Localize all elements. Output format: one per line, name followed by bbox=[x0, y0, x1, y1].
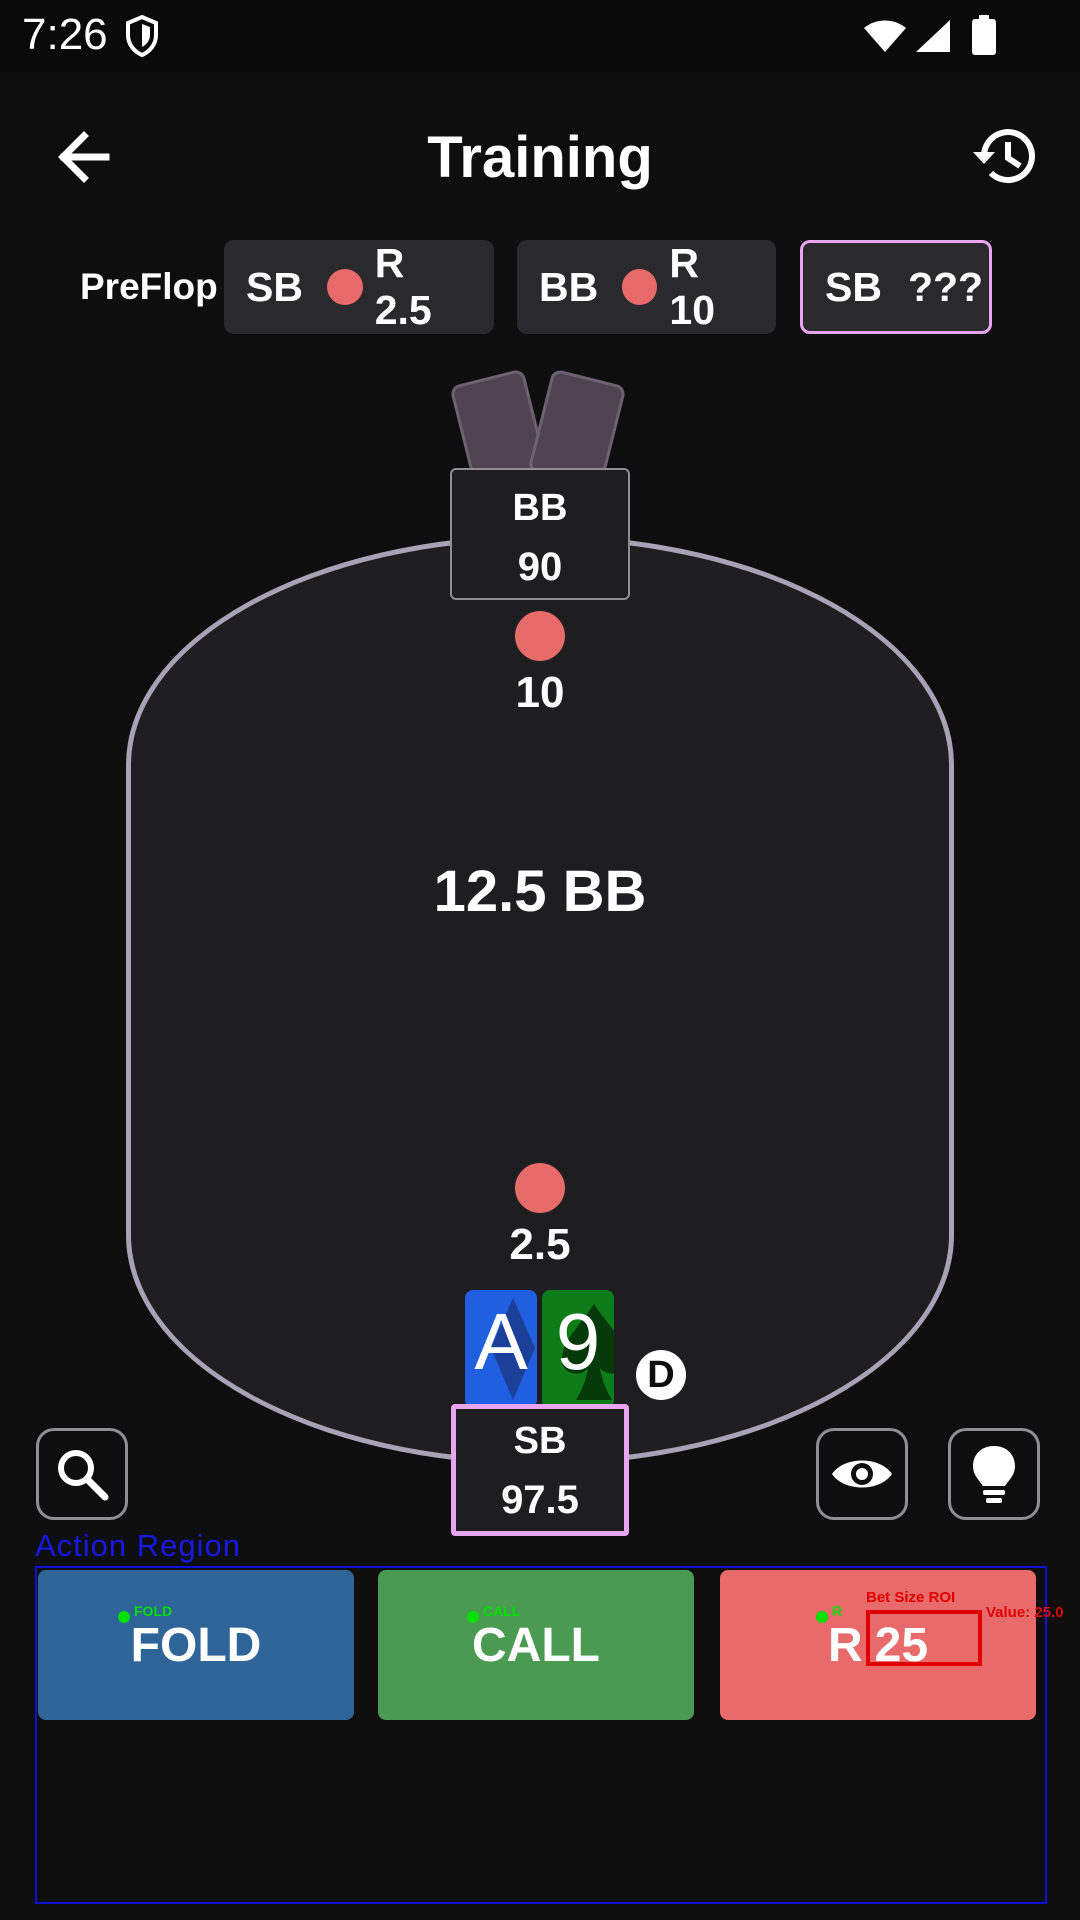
dealer-button: D bbox=[636, 1350, 686, 1400]
seat-position: SB bbox=[513, 1420, 567, 1462]
shield-icon bbox=[126, 14, 158, 58]
history-action: R 10 bbox=[669, 240, 715, 333]
history-item: SB R 2.5 bbox=[224, 240, 494, 334]
card-rank: 9 bbox=[555, 1297, 601, 1386]
action-region-label: Action Region bbox=[35, 1528, 242, 1563]
history-item-current: SB ??? bbox=[800, 240, 992, 334]
search-icon bbox=[58, 1450, 109, 1501]
value-label: Value: 25.0 bbox=[986, 1604, 1064, 1621]
page-title: Training bbox=[427, 125, 653, 190]
bet-size-roi-box bbox=[866, 1610, 982, 1666]
hero-card: 9 bbox=[542, 1290, 614, 1408]
battery-icon bbox=[972, 15, 996, 55]
history-position: SB bbox=[246, 263, 303, 310]
debug-tag: CALL bbox=[483, 1603, 521, 1619]
street-label: PreFlop bbox=[80, 266, 218, 307]
debug-marker bbox=[118, 1611, 130, 1623]
chip-icon bbox=[326, 269, 363, 305]
debug-marker bbox=[816, 1611, 828, 1623]
seat-stack: 97.5 bbox=[501, 1478, 579, 1522]
hero-bet: 2.5 bbox=[509, 1220, 571, 1269]
wifi-icon bbox=[864, 20, 906, 52]
history-icon[interactable] bbox=[970, 120, 1042, 192]
chip-icon bbox=[515, 1163, 565, 1213]
debug-marker bbox=[467, 1611, 479, 1623]
opponent-seat: BB 90 bbox=[450, 468, 630, 600]
chip-icon bbox=[622, 269, 658, 305]
raise-prefix: R bbox=[827, 1618, 863, 1672]
hero-card: A bbox=[465, 1290, 537, 1408]
eye-icon bbox=[832, 1460, 892, 1488]
history-position: SB bbox=[825, 263, 882, 310]
card-rank: A bbox=[474, 1297, 528, 1386]
history-action: R 2.5 bbox=[374, 240, 432, 333]
history-action: ??? bbox=[907, 263, 984, 310]
debug-tag: FOLD bbox=[134, 1603, 173, 1619]
pot-size: 12.5 BB bbox=[433, 859, 647, 924]
opponent-bet: 10 bbox=[515, 668, 565, 717]
search-button[interactable] bbox=[36, 1428, 128, 1520]
roi-label: Bet Size ROI bbox=[866, 1589, 956, 1606]
debug-tag: R bbox=[832, 1603, 843, 1619]
history-position: BB bbox=[539, 263, 599, 310]
hero-seat: SB 97.5 bbox=[451, 1404, 629, 1536]
fold-button[interactable]: FOLD bbox=[38, 1570, 354, 1720]
history-item: BB R 10 bbox=[517, 240, 776, 334]
seat-position: BB bbox=[512, 487, 568, 529]
show-range-button[interactable] bbox=[816, 1428, 908, 1520]
chip-icon bbox=[515, 611, 565, 661]
signal-icon bbox=[916, 20, 950, 52]
status-clock: 7:26 bbox=[22, 10, 108, 59]
lightbulb-icon bbox=[973, 1446, 1015, 1503]
call-button[interactable]: CALL bbox=[378, 1570, 694, 1720]
seat-stack: 90 bbox=[517, 545, 563, 589]
hint-button[interactable] bbox=[948, 1428, 1040, 1520]
